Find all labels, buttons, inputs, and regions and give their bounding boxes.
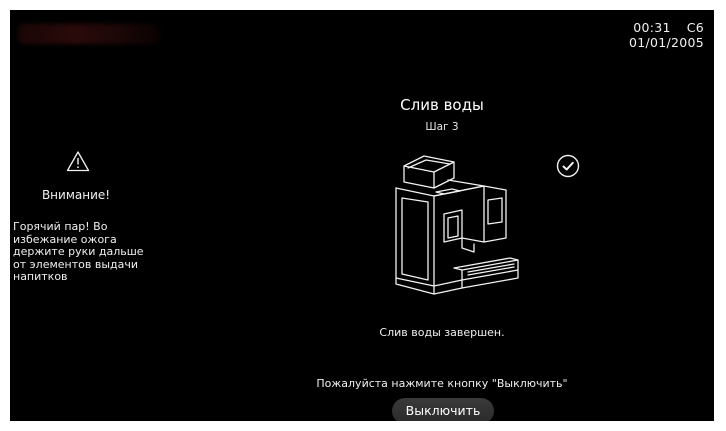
step-label: Шаг 3 bbox=[425, 121, 459, 133]
warning-title: Внимание! bbox=[41, 188, 111, 202]
check-circle-icon bbox=[556, 154, 580, 178]
device-screen: 00:31 C6 01/01/2005 Внимание! Горячий пар… bbox=[10, 10, 714, 421]
date-display: 01/01/2005 bbox=[628, 35, 704, 50]
coffee-machine-icon bbox=[395, 155, 519, 295]
warning-text: Горячий пар! Во избежание ожога держите … bbox=[13, 220, 144, 283]
brand-logo bbox=[18, 24, 160, 44]
time-display: 00:31 bbox=[633, 20, 671, 35]
status-message: Слив воды завершен. bbox=[379, 326, 505, 339]
status-clock: 00:31 C6 01/01/2005 bbox=[629, 20, 704, 50]
page-title: Слив воды bbox=[400, 96, 484, 114]
instruction-text: Пожалуйста нажмите кнопку "Выключить" bbox=[316, 377, 568, 390]
code-display: C6 bbox=[686, 20, 704, 35]
turn-off-button[interactable]: Выключить bbox=[392, 398, 494, 421]
warning-triangle-icon bbox=[66, 151, 90, 172]
